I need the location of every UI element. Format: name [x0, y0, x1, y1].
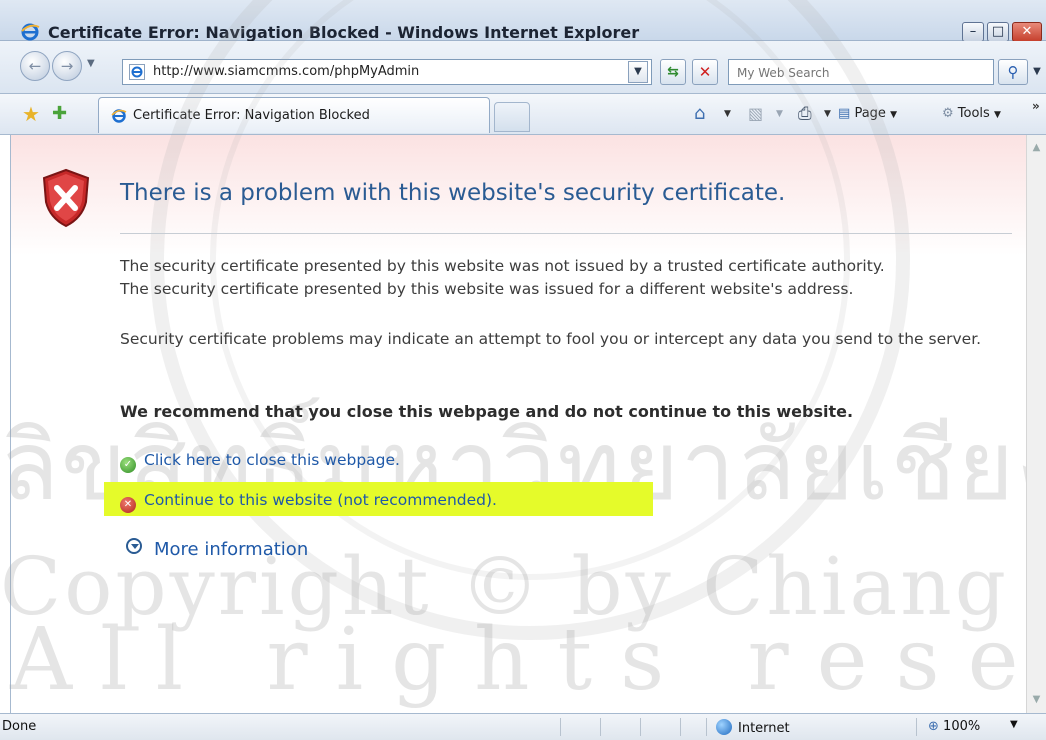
refresh-icon: ⇆	[667, 64, 679, 80]
status-separator	[640, 718, 641, 736]
cert-warning-message: Security certificate problems may indica…	[120, 330, 982, 348]
back-button[interactable]: ←	[20, 51, 50, 81]
recent-pages-dropdown[interactable]: ▼	[87, 58, 95, 69]
search-box[interactable]	[728, 59, 994, 85]
address-dropdown-button[interactable]: ▼	[628, 61, 648, 83]
search-options-dropdown[interactable]: ▼	[1030, 59, 1044, 85]
close-webpage-link[interactable]: ✓ Click here to close this webpage.	[120, 449, 400, 473]
maximize-icon: □	[991, 24, 1005, 39]
green-check-shield-icon: ✓	[120, 457, 136, 473]
page-menu[interactable]: ▤ Page ▼	[838, 104, 897, 125]
ie-logo-icon	[21, 23, 40, 41]
status-separator	[706, 718, 707, 736]
continue-to-website-link[interactable]: ✕ Continue to this website (not recommend…	[120, 489, 497, 513]
page-icon: ▤	[838, 106, 851, 121]
new-tab-button[interactable]	[494, 102, 530, 132]
cert-issuer-message: The security certificate presented by th…	[120, 257, 885, 275]
browser-window: Certificate Error: Navigation Blocked - …	[0, 0, 1046, 740]
status-separator	[600, 718, 601, 736]
status-bar: Done Internet ⊕ 100% ▼	[0, 713, 1046, 740]
tools-menu[interactable]: ⚙ Tools ▼	[942, 104, 1001, 125]
scroll-down-icon[interactable]: ▼	[1027, 691, 1046, 709]
recommendation-text: We recommend that you close this webpage…	[120, 402, 854, 421]
expand-chevron-icon	[126, 538, 142, 554]
page-content	[10, 135, 1027, 713]
print-icon[interactable]: ⎙	[798, 104, 812, 124]
stop-icon: ✕	[698, 63, 712, 81]
feeds-dropdown[interactable]: ▼	[776, 104, 783, 124]
zoom-value: 100%	[943, 719, 981, 734]
close-window-button[interactable]: ✕	[1012, 22, 1042, 42]
red-x-shield-icon: ✕	[120, 497, 136, 513]
status-separator	[680, 718, 681, 736]
page-favicon-icon	[129, 64, 145, 80]
address-bar[interactable]: http://www.siamcmms.com/phpMyAdmin	[122, 59, 652, 85]
more-information-toggle[interactable]: More information	[126, 538, 308, 562]
tab-label: Certificate Error: Navigation Blocked	[133, 108, 370, 123]
scroll-up-icon[interactable]: ▲	[1027, 139, 1046, 157]
home-icon[interactable]: ⌂	[694, 104, 705, 124]
globe-icon	[716, 719, 732, 735]
zone-label: Internet	[738, 721, 790, 736]
maximize-button[interactable]: □	[987, 22, 1009, 42]
tools-label: Tools	[957, 106, 990, 121]
add-to-favorites-icon[interactable]: ✚	[52, 104, 67, 124]
feeds-icon[interactable]: ▧	[748, 104, 763, 124]
zoom-icon: ⊕	[928, 719, 939, 734]
status-text: Done	[2, 719, 37, 734]
stop-button[interactable]: ✕	[692, 59, 718, 85]
vertical-scrollbar[interactable]: ▲ ▼	[1026, 135, 1046, 713]
close-icon: ✕	[1021, 24, 1033, 39]
minimize-button[interactable]: –	[962, 22, 984, 42]
search-input[interactable]	[735, 61, 979, 85]
security-zone: Internet	[716, 719, 790, 736]
more-commands-chevron-icon[interactable]: »	[1032, 96, 1040, 116]
page-label: Page	[854, 106, 886, 121]
url-text[interactable]: http://www.siamcmms.com/phpMyAdmin	[153, 64, 419, 79]
zoom-level[interactable]: ⊕ 100%	[928, 719, 980, 734]
print-dropdown[interactable]: ▼	[824, 104, 831, 124]
continue-label[interactable]: Continue to this website (not recommende…	[144, 491, 497, 509]
more-information-label[interactable]: More information	[154, 539, 308, 560]
status-separator	[916, 718, 917, 736]
zoom-dropdown-icon[interactable]: ▼	[1010, 719, 1018, 730]
search-button[interactable]: ⚲	[998, 59, 1028, 85]
page-title: There is a problem with this website's s…	[120, 180, 786, 206]
forward-button[interactable]: →	[52, 51, 82, 81]
search-icon: ⚲	[1007, 63, 1019, 81]
refresh-button[interactable]: ⇆	[660, 59, 686, 85]
security-shield-icon	[42, 168, 90, 228]
minimize-icon: –	[969, 24, 977, 39]
back-arrow-icon: ←	[28, 57, 42, 75]
title-bar: Certificate Error: Navigation Blocked - …	[0, 0, 1046, 42]
page-menu-arrow-icon: ▼	[890, 110, 897, 120]
favorites-center-icon[interactable]: ★	[22, 104, 40, 124]
gear-icon: ⚙	[942, 106, 954, 121]
tab-ie-icon	[111, 109, 127, 123]
divider	[120, 233, 1012, 234]
tools-menu-arrow-icon: ▼	[993, 110, 1001, 120]
close-webpage-label[interactable]: Click here to close this webpage.	[144, 451, 400, 469]
forward-arrow-icon: →	[60, 57, 74, 75]
status-separator	[560, 718, 561, 736]
cert-address-message: The security certificate presented by th…	[120, 280, 854, 298]
tab-certificate-error[interactable]: Certificate Error: Navigation Blocked	[98, 97, 490, 133]
home-dropdown[interactable]: ▼	[724, 104, 731, 124]
